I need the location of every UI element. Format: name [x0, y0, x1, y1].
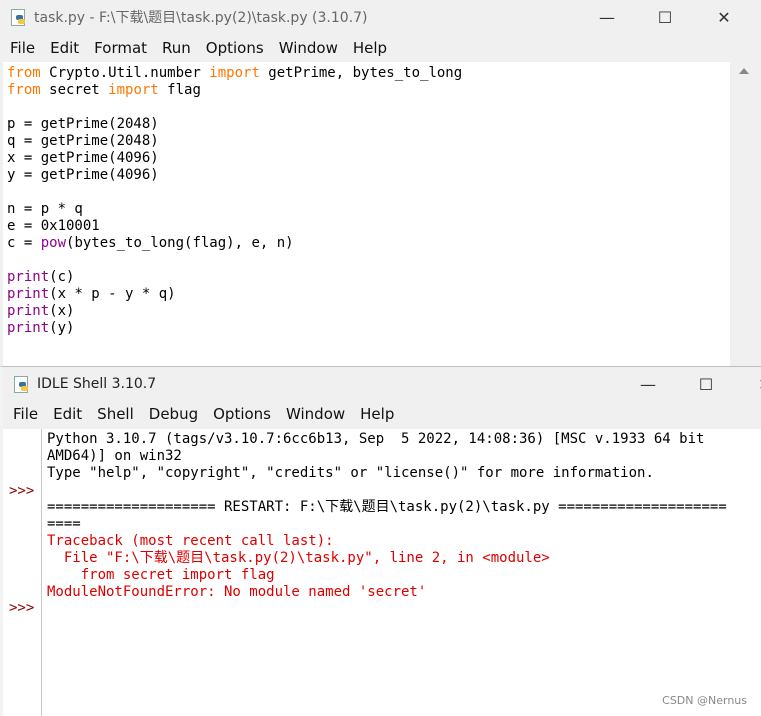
menu-help[interactable]: Help	[353, 39, 387, 57]
shell-window: IDLE Shell 3.10.7 — ☐ ✕ File Edit Shell …	[3, 366, 761, 716]
restart-line: ==================== RESTART: F:\下载\题目\t…	[47, 499, 727, 515]
code-editor[interactable]: from Crypto.Util.number import getPrime,…	[3, 62, 730, 366]
editor-window: task.py - F:\下载\题目\task.py(2)\task.py (3…	[0, 0, 761, 367]
menu-edit[interactable]: Edit	[53, 405, 82, 423]
menu-file[interactable]: File	[10, 39, 35, 57]
menu-options[interactable]: Options	[206, 39, 264, 57]
close-icon[interactable]: ✕	[695, 0, 753, 34]
minimize-icon[interactable]: —	[619, 367, 677, 401]
menu-options[interactable]: Options	[213, 405, 271, 423]
shell-prompt: >>>	[9, 483, 35, 499]
menu-debug[interactable]: Debug	[149, 405, 198, 423]
maximize-icon[interactable]: ☐	[636, 0, 694, 34]
python-file-icon	[10, 9, 26, 26]
editor-menubar: File Edit Format Run Options Window Help	[0, 34, 761, 62]
editor-titlebar[interactable]: task.py - F:\下载\题目\task.py(2)\task.py (3…	[0, 0, 761, 34]
python-shell-icon	[13, 376, 29, 393]
menu-format[interactable]: Format	[94, 39, 147, 57]
shell-titlebar[interactable]: IDLE Shell 3.10.7 — ☐ ✕	[3, 367, 761, 401]
menu-run[interactable]: Run	[162, 39, 191, 57]
shell-window-title: IDLE Shell 3.10.7	[37, 376, 157, 392]
menu-file[interactable]: File	[13, 405, 38, 423]
watermark: CSDN @Nernus	[662, 694, 747, 707]
menu-shell[interactable]: Shell	[97, 405, 134, 423]
shell-output-area[interactable]: >>> >>> Python 3.10.7 (tags/v3.10.7:6cc6…	[3, 429, 761, 716]
menu-window[interactable]: Window	[286, 405, 345, 423]
menu-edit[interactable]: Edit	[50, 39, 79, 57]
shell-text: Python 3.10.7 (tags/v3.10.7:6cc6b13, Sep…	[44, 429, 761, 716]
error-message: ModuleNotFoundError: No module named 'se…	[47, 584, 427, 600]
maximize-icon[interactable]: ☐	[677, 367, 735, 401]
menu-help[interactable]: Help	[360, 405, 394, 423]
scroll-up-icon[interactable]	[739, 68, 749, 74]
shell-menubar: File Edit Shell Debug Options Window Hel…	[3, 400, 761, 428]
shell-prompt: >>>	[9, 600, 35, 616]
editor-window-title: task.py - F:\下载\题目\task.py(2)\task.py (3…	[34, 10, 368, 26]
prompt-gutter: >>> >>>	[3, 429, 42, 716]
editor-scrollbar[interactable]	[732, 62, 757, 366]
close-icon[interactable]: ✕	[736, 367, 761, 401]
minimize-icon[interactable]: —	[578, 0, 636, 34]
menu-window[interactable]: Window	[279, 39, 338, 57]
banner-line: Python 3.10.7 (tags/v3.10.7:6cc6b13, Sep…	[47, 431, 705, 447]
code-text: from Crypto.Util.number import getPrime,…	[7, 65, 463, 336]
restart-line: ====	[47, 516, 81, 532]
traceback-line: File "F:\下载\题目\task.py(2)\task.py", line…	[47, 550, 550, 566]
traceback-line: Traceback (most recent call last):	[47, 533, 334, 549]
banner-line: Type "help", "copyright", "credits" or "…	[47, 465, 654, 481]
banner-line: AMD64)] on win32	[47, 448, 182, 464]
traceback-line: from secret import flag	[47, 567, 275, 583]
